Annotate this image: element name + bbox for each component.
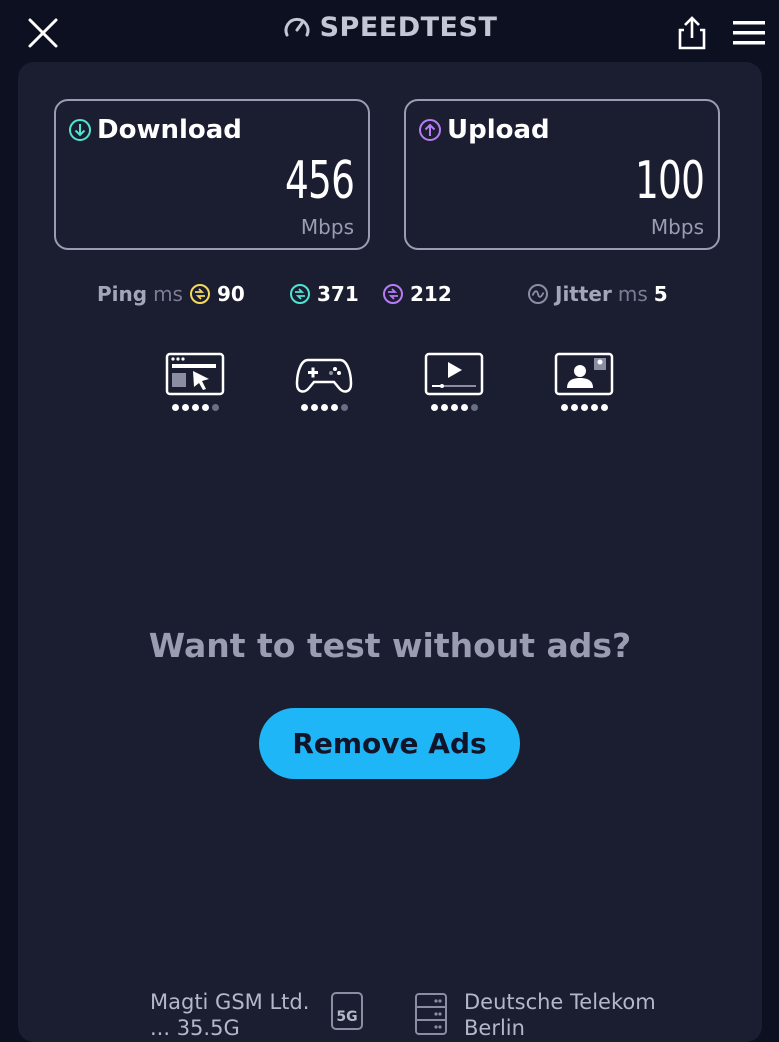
rating-dot bbox=[171, 404, 179, 411]
connection-info: Magti GSM Ltd. ... 35.5G 5G Deutsche Tel… bbox=[18, 986, 762, 1042]
rating-dot bbox=[300, 404, 308, 411]
rating-dot bbox=[570, 404, 578, 411]
upload-card[interactable]: Upload 100 Mbps bbox=[404, 99, 720, 250]
ping-upload-value: 212 bbox=[410, 282, 452, 306]
upload-arrow-icon bbox=[419, 119, 441, 141]
web-browsing-rating bbox=[163, 404, 227, 411]
rating-dot bbox=[211, 404, 219, 411]
rating-dot bbox=[430, 404, 438, 411]
results-panel: Download 456 Mbps Upload 100 Mbps Ping m… bbox=[18, 62, 762, 1042]
rating-dot bbox=[470, 404, 478, 411]
upload-title: Upload bbox=[418, 115, 550, 145]
download-title: Download bbox=[68, 115, 242, 145]
rating-dot bbox=[580, 404, 588, 411]
brand: SPEEDTEST bbox=[0, 12, 779, 43]
menu-button[interactable] bbox=[731, 18, 767, 48]
ping-idle-icon bbox=[189, 284, 210, 304]
share-button[interactable] bbox=[674, 14, 710, 52]
ping-download-metric[interactable]: 371 bbox=[289, 282, 359, 306]
gaming-rating bbox=[292, 404, 356, 411]
upload-unit: Mbps bbox=[650, 215, 704, 239]
download-card[interactable]: Download 456 Mbps bbox=[54, 99, 370, 250]
hamburger-menu-icon bbox=[733, 21, 765, 45]
download-label: Download bbox=[97, 115, 242, 145]
rating-dot bbox=[590, 404, 598, 411]
brand-title: SPEEDTEST bbox=[319, 12, 498, 43]
ping-download-value: 371 bbox=[317, 282, 359, 306]
ping-label: Ping bbox=[97, 282, 148, 306]
ping-upload-icon bbox=[383, 284, 403, 304]
web-browsing-icon bbox=[165, 352, 225, 396]
use-case-web-browsing[interactable] bbox=[163, 352, 227, 411]
rating-dot bbox=[560, 404, 568, 411]
jitter-unit: ms bbox=[617, 282, 648, 306]
rating-dot bbox=[450, 404, 458, 411]
jitter-icon bbox=[528, 284, 548, 304]
rating-dot bbox=[330, 404, 338, 411]
upload-label: Upload bbox=[447, 115, 550, 145]
rating-dot bbox=[201, 404, 209, 411]
video-streaming-rating bbox=[422, 404, 486, 411]
close-button[interactable] bbox=[24, 14, 62, 52]
jitter-label: Jitter bbox=[555, 282, 612, 306]
video-call-rating bbox=[552, 404, 616, 411]
top-bar: SPEEDTEST bbox=[0, 0, 779, 62]
use-case-gaming[interactable] bbox=[292, 352, 356, 411]
ping-idle-value: 90 bbox=[216, 282, 245, 306]
rating-dot bbox=[440, 404, 448, 411]
ping-download-icon bbox=[290, 284, 310, 304]
server-icon bbox=[415, 993, 447, 1035]
provider-name[interactable]: Magti GSM Ltd. bbox=[150, 990, 309, 1014]
rating-dot bbox=[600, 404, 608, 411]
use-case-video-call[interactable] bbox=[552, 352, 616, 411]
rating-dot bbox=[181, 404, 189, 411]
close-icon bbox=[28, 18, 58, 48]
latency-metrics: Ping ms 90 371 212 Jitter ms 5 bbox=[18, 282, 762, 312]
server-location: Berlin bbox=[464, 1016, 525, 1040]
video-streaming-icon bbox=[424, 352, 484, 396]
gaming-controller-icon bbox=[295, 358, 353, 393]
video-call-icon bbox=[554, 352, 614, 396]
rating-dot bbox=[460, 404, 468, 411]
ping-upload-metric[interactable]: 212 bbox=[382, 282, 452, 306]
download-arrow-icon bbox=[69, 119, 91, 141]
download-unit: Mbps bbox=[300, 215, 354, 239]
upload-value: 100 bbox=[634, 151, 705, 211]
jitter-metric[interactable]: Jitter ms 5 bbox=[527, 282, 668, 306]
download-value: 456 bbox=[284, 151, 355, 211]
rating-dot bbox=[320, 404, 328, 411]
remove-ads-button[interactable]: Remove Ads bbox=[259, 708, 520, 779]
network-type-badge: 5G bbox=[331, 992, 363, 1030]
share-icon bbox=[678, 16, 706, 50]
ping-unit: ms bbox=[153, 282, 183, 306]
ad-free-prompt: Want to test without ads? bbox=[148, 626, 632, 665]
use-case-video-streaming[interactable] bbox=[422, 352, 486, 411]
network-type-label: 5G bbox=[336, 1009, 358, 1025]
provider-detail: ... 35.5G bbox=[150, 1016, 240, 1040]
rating-dot bbox=[310, 404, 318, 411]
speedometer-logo-icon bbox=[284, 17, 310, 36]
ping-idle-metric[interactable]: Ping ms 90 bbox=[97, 282, 245, 306]
rating-dot bbox=[340, 404, 348, 411]
rating-dot bbox=[191, 404, 199, 411]
server-name[interactable]: Deutsche Telekom bbox=[464, 990, 656, 1014]
jitter-value: 5 bbox=[653, 282, 668, 306]
use-case-ratings bbox=[18, 352, 762, 422]
